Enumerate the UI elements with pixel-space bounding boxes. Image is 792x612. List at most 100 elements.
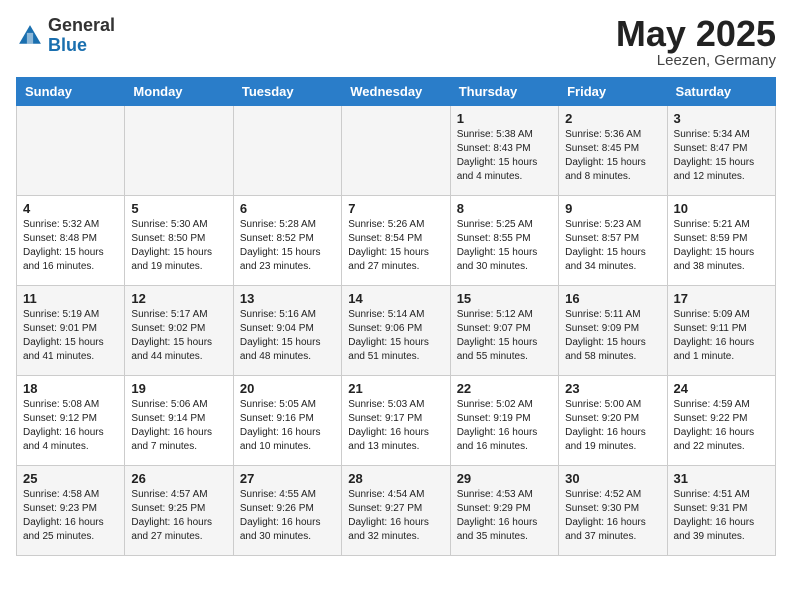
calendar-cell: 4 Sunrise: 5:32 AM Sunset: 8:48 PM Daylig… (17, 196, 125, 286)
logo-general-text: General (48, 15, 115, 35)
title-block: May 2025 Leezen, Germany (616, 16, 776, 69)
day-info: Sunrise: 5:36 AM Sunset: 8:45 PM Dayligh… (565, 128, 660, 184)
calendar-cell: 12 Sunrise: 5:17 AM Sunset: 9:02 PM Dayli… (125, 286, 233, 376)
day-number: 17 (674, 291, 769, 306)
calendar-week-row: 4 Sunrise: 5:32 AM Sunset: 8:48 PM Daylig… (17, 196, 776, 286)
day-number: 2 (565, 111, 660, 126)
day-number: 25 (23, 471, 118, 486)
day-number: 3 (674, 111, 769, 126)
calendar-table: SundayMondayTuesdayWednesdayThursdayFrid… (16, 77, 776, 556)
day-info: Sunrise: 5:32 AM Sunset: 8:48 PM Dayligh… (23, 218, 118, 274)
calendar-cell: 24 Sunrise: 4:59 AM Sunset: 9:22 PM Dayli… (667, 376, 775, 466)
day-number: 6 (240, 201, 335, 216)
page-header: General Blue May 2025 Leezen, Germany (16, 16, 776, 69)
day-number: 30 (565, 471, 660, 486)
calendar-cell: 15 Sunrise: 5:12 AM Sunset: 9:07 PM Dayli… (450, 286, 558, 376)
calendar-cell: 18 Sunrise: 5:08 AM Sunset: 9:12 PM Dayli… (17, 376, 125, 466)
calendar-week-row: 18 Sunrise: 5:08 AM Sunset: 9:12 PM Dayli… (17, 376, 776, 466)
day-info: Sunrise: 5:23 AM Sunset: 8:57 PM Dayligh… (565, 218, 660, 274)
day-info: Sunrise: 5:12 AM Sunset: 9:07 PM Dayligh… (457, 308, 552, 364)
day-info: Sunrise: 5:14 AM Sunset: 9:06 PM Dayligh… (348, 308, 443, 364)
day-info: Sunrise: 5:00 AM Sunset: 9:20 PM Dayligh… (565, 398, 660, 454)
calendar-cell: 10 Sunrise: 5:21 AM Sunset: 8:59 PM Dayli… (667, 196, 775, 286)
day-info: Sunrise: 5:25 AM Sunset: 8:55 PM Dayligh… (457, 218, 552, 274)
calendar-cell: 22 Sunrise: 5:02 AM Sunset: 9:19 PM Dayli… (450, 376, 558, 466)
day-number: 29 (457, 471, 552, 486)
day-number: 27 (240, 471, 335, 486)
day-number: 7 (348, 201, 443, 216)
day-info: Sunrise: 5:09 AM Sunset: 9:11 PM Dayligh… (674, 308, 769, 364)
day-info: Sunrise: 5:06 AM Sunset: 9:14 PM Dayligh… (131, 398, 226, 454)
day-info: Sunrise: 5:05 AM Sunset: 9:16 PM Dayligh… (240, 398, 335, 454)
calendar-cell: 20 Sunrise: 5:05 AM Sunset: 9:16 PM Dayli… (233, 376, 341, 466)
calendar-week-row: 1 Sunrise: 5:38 AM Sunset: 8:43 PM Daylig… (17, 106, 776, 196)
day-number: 10 (674, 201, 769, 216)
calendar-cell: 7 Sunrise: 5:26 AM Sunset: 8:54 PM Daylig… (342, 196, 450, 286)
day-number: 28 (348, 471, 443, 486)
weekday-header: Wednesday (342, 78, 450, 106)
day-info: Sunrise: 4:52 AM Sunset: 9:30 PM Dayligh… (565, 488, 660, 544)
day-number: 26 (131, 471, 226, 486)
day-info: Sunrise: 5:08 AM Sunset: 9:12 PM Dayligh… (23, 398, 118, 454)
day-info: Sunrise: 4:55 AM Sunset: 9:26 PM Dayligh… (240, 488, 335, 544)
day-info: Sunrise: 4:51 AM Sunset: 9:31 PM Dayligh… (674, 488, 769, 544)
day-info: Sunrise: 4:59 AM Sunset: 9:22 PM Dayligh… (674, 398, 769, 454)
calendar-cell: 14 Sunrise: 5:14 AM Sunset: 9:06 PM Dayli… (342, 286, 450, 376)
calendar-cell (342, 106, 450, 196)
calendar-cell: 31 Sunrise: 4:51 AM Sunset: 9:31 PM Dayli… (667, 466, 775, 556)
calendar-cell: 30 Sunrise: 4:52 AM Sunset: 9:30 PM Dayli… (559, 466, 667, 556)
calendar-cell: 17 Sunrise: 5:09 AM Sunset: 9:11 PM Dayli… (667, 286, 775, 376)
calendar-cell: 6Sunrise: 5:28 AM Sunset: 8:52 PM Daylig… (233, 196, 341, 286)
day-info: Sunrise: 5:19 AM Sunset: 9:01 PM Dayligh… (23, 308, 118, 364)
calendar-cell (125, 106, 233, 196)
logo: General Blue (16, 16, 115, 56)
weekday-header: Thursday (450, 78, 558, 106)
day-number: 18 (23, 381, 118, 396)
calendar-cell: 13 Sunrise: 5:16 AM Sunset: 9:04 PM Dayli… (233, 286, 341, 376)
calendar-cell: 29 Sunrise: 4:53 AM Sunset: 9:29 PM Dayli… (450, 466, 558, 556)
calendar-cell: 11Sunrise: 5:19 AM Sunset: 9:01 PM Dayli… (17, 286, 125, 376)
weekday-header: Friday (559, 78, 667, 106)
day-number: 12 (131, 291, 226, 306)
day-info: Sunrise: 4:58 AM Sunset: 9:23 PM Dayligh… (23, 488, 118, 544)
location: Leezen, Germany (616, 52, 776, 69)
month-title: May 2025 (616, 16, 776, 52)
day-info: Sunrise: 5:21 AM Sunset: 8:59 PM Dayligh… (674, 218, 769, 274)
day-number: 21 (348, 381, 443, 396)
calendar-cell: 27 Sunrise: 4:55 AM Sunset: 9:26 PM Dayli… (233, 466, 341, 556)
calendar-cell (233, 106, 341, 196)
day-number: 24 (674, 381, 769, 396)
day-number: 22 (457, 381, 552, 396)
weekday-header: Saturday (667, 78, 775, 106)
calendar-cell: 19Sunrise: 5:06 AM Sunset: 9:14 PM Dayli… (125, 376, 233, 466)
calendar-cell: 8Sunrise: 5:25 AM Sunset: 8:55 PM Daylig… (450, 196, 558, 286)
day-info: Sunrise: 5:17 AM Sunset: 9:02 PM Dayligh… (131, 308, 226, 364)
weekday-header: Sunday (17, 78, 125, 106)
calendar-cell: 2 Sunrise: 5:36 AM Sunset: 8:45 PM Daylig… (559, 106, 667, 196)
day-number: 20 (240, 381, 335, 396)
day-info: Sunrise: 5:26 AM Sunset: 8:54 PM Dayligh… (348, 218, 443, 274)
day-number: 23 (565, 381, 660, 396)
day-info: Sunrise: 5:38 AM Sunset: 8:43 PM Dayligh… (457, 128, 552, 184)
day-number: 13 (240, 291, 335, 306)
calendar-cell: 28Sunrise: 4:54 AM Sunset: 9:27 PM Dayli… (342, 466, 450, 556)
calendar-cell: 23 Sunrise: 5:00 AM Sunset: 9:20 PM Dayli… (559, 376, 667, 466)
day-number: 31 (674, 471, 769, 486)
day-number: 4 (23, 201, 118, 216)
day-number: 5 (131, 201, 226, 216)
weekday-header: Monday (125, 78, 233, 106)
weekday-header: Tuesday (233, 78, 341, 106)
calendar-cell: 1 Sunrise: 5:38 AM Sunset: 8:43 PM Daylig… (450, 106, 558, 196)
calendar-cell: 25 Sunrise: 4:58 AM Sunset: 9:23 PM Dayli… (17, 466, 125, 556)
day-info: Sunrise: 5:11 AM Sunset: 9:09 PM Dayligh… (565, 308, 660, 364)
day-number: 1 (457, 111, 552, 126)
day-number: 15 (457, 291, 552, 306)
calendar-cell: 21 Sunrise: 5:03 AM Sunset: 9:17 PM Dayli… (342, 376, 450, 466)
day-info: Sunrise: 5:03 AM Sunset: 9:17 PM Dayligh… (348, 398, 443, 454)
day-info: Sunrise: 5:16 AM Sunset: 9:04 PM Dayligh… (240, 308, 335, 364)
day-info: Sunrise: 4:53 AM Sunset: 9:29 PM Dayligh… (457, 488, 552, 544)
day-number: 9 (565, 201, 660, 216)
calendar-cell: 9 Sunrise: 5:23 AM Sunset: 8:57 PM Daylig… (559, 196, 667, 286)
day-info: Sunrise: 5:02 AM Sunset: 9:19 PM Dayligh… (457, 398, 552, 454)
day-number: 14 (348, 291, 443, 306)
